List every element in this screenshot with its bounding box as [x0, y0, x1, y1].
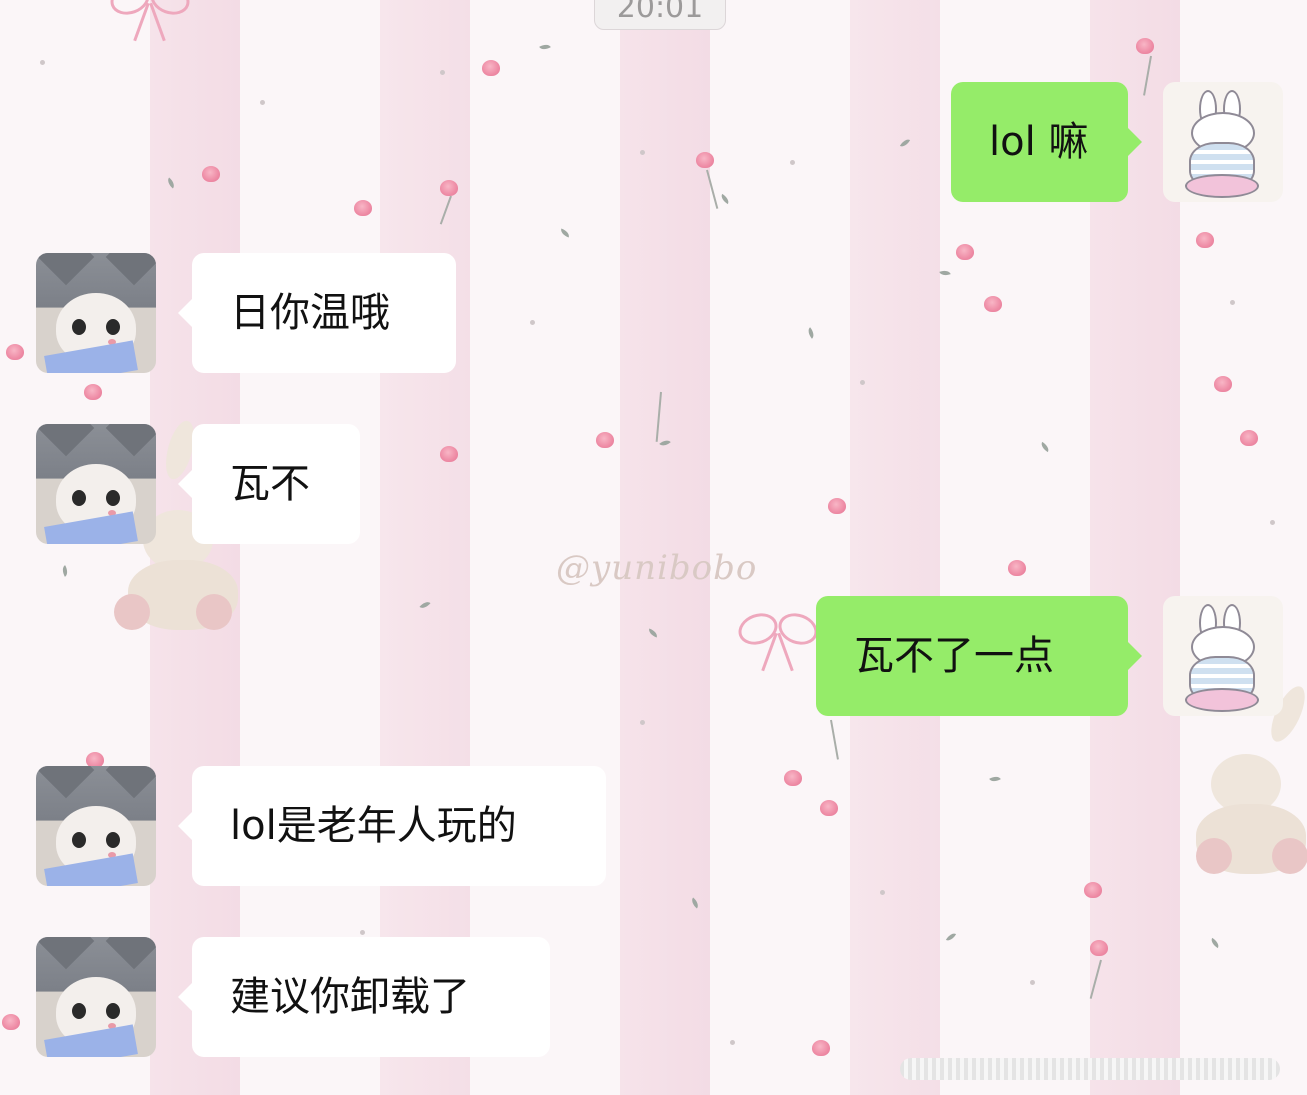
rose-icon [956, 244, 974, 260]
rose-icon [812, 1040, 830, 1056]
rose-icon [828, 498, 846, 514]
rose-icon [784, 770, 802, 786]
wallpaper-dot [640, 150, 645, 155]
message-bubble-received[interactable]: 瓦不 [178, 424, 360, 544]
wallpaper-dot [730, 1040, 735, 1045]
wallpaper-dot [790, 160, 795, 165]
message-bubble-received[interactable]: lol是老年人玩的 [178, 766, 606, 886]
rose-icon [984, 296, 1002, 312]
wallpaper-dot [440, 70, 445, 75]
leaf-icon [659, 437, 671, 449]
teddy-bunny-icon [1176, 681, 1307, 874]
rose-icon [6, 344, 24, 360]
leaf-icon [939, 268, 951, 278]
message-text: 建议你卸载了 [230, 974, 470, 1020]
rose-icon [1136, 38, 1154, 54]
rose-icon [696, 152, 714, 168]
message-text: 瓦不 [230, 461, 310, 507]
message-text: 日你温哦 [230, 290, 390, 336]
leaf-icon [1209, 937, 1221, 949]
leaf-icon [689, 897, 701, 909]
stem [1143, 55, 1152, 96]
rose-icon [1008, 560, 1026, 576]
wallpaper-dot [360, 930, 365, 935]
message-bubble-sent[interactable]: lol 嘛 [951, 82, 1142, 202]
rose-icon [1084, 882, 1102, 898]
ribbon-icon [734, 608, 822, 672]
cat-avatar-icon[interactable] [36, 937, 156, 1057]
wallpaper-dot [1270, 520, 1275, 525]
rose-icon [440, 446, 458, 462]
rose-icon [820, 800, 838, 816]
stem [706, 169, 719, 209]
message-bubble-received[interactable]: 建议你卸载了 [178, 937, 550, 1057]
bunny-avatar-icon[interactable] [1163, 596, 1283, 716]
leaf-icon [805, 327, 817, 339]
rose-icon [84, 384, 102, 400]
rose-icon [1214, 376, 1232, 392]
wallpaper-dot [880, 890, 885, 895]
rose-icon [1196, 232, 1214, 248]
timestamp: 20:01 [594, 0, 726, 30]
leaf-icon [419, 599, 431, 611]
wallpaper-dot [1030, 980, 1035, 985]
leaf-icon [719, 193, 731, 205]
stem [439, 195, 452, 225]
rose-icon [440, 180, 458, 196]
ribbon-icon [106, 0, 194, 42]
cat-avatar-icon[interactable] [36, 424, 156, 544]
leaf-icon [1039, 441, 1051, 453]
wallpaper-dot [860, 380, 865, 385]
stem [1089, 959, 1102, 999]
stem [655, 391, 662, 442]
rose-icon [2, 1014, 20, 1030]
leaf-icon [647, 628, 659, 638]
rose-icon [482, 60, 500, 76]
leaf-icon [945, 931, 957, 943]
message-text: lol 嘛 [989, 119, 1089, 165]
leaf-icon [559, 228, 571, 238]
watermark-text: @yunibobo [556, 548, 758, 588]
wallpaper-dot [260, 100, 265, 105]
rose-icon [596, 432, 614, 448]
cat-avatar-icon[interactable] [36, 253, 156, 373]
message-text: 瓦不了一点 [854, 633, 1054, 679]
wallpaper-dot [640, 720, 645, 725]
cat-avatar-icon[interactable] [36, 766, 156, 886]
wallpaper-dot [40, 60, 45, 65]
message-text: lol是老年人玩的 [230, 803, 517, 849]
message-bubble-received[interactable]: 日你温哦 [178, 253, 456, 373]
wallpaper-dot [1230, 300, 1235, 305]
rose-icon [202, 166, 220, 182]
scroll-indicator[interactable] [900, 1058, 1280, 1080]
stem [830, 719, 839, 760]
rose-icon [1090, 940, 1108, 956]
leaf-icon [165, 177, 177, 189]
wallpaper-dot [530, 320, 535, 325]
message-bubble-sent[interactable]: 瓦不了一点 [816, 596, 1142, 716]
rose-icon [1240, 430, 1258, 446]
leaf-icon [59, 565, 71, 577]
leaf-icon [989, 773, 1001, 785]
bunny-avatar-icon[interactable] [1163, 82, 1283, 202]
leaf-icon [539, 41, 551, 53]
leaf-icon [899, 137, 911, 149]
rose-icon [354, 200, 372, 216]
